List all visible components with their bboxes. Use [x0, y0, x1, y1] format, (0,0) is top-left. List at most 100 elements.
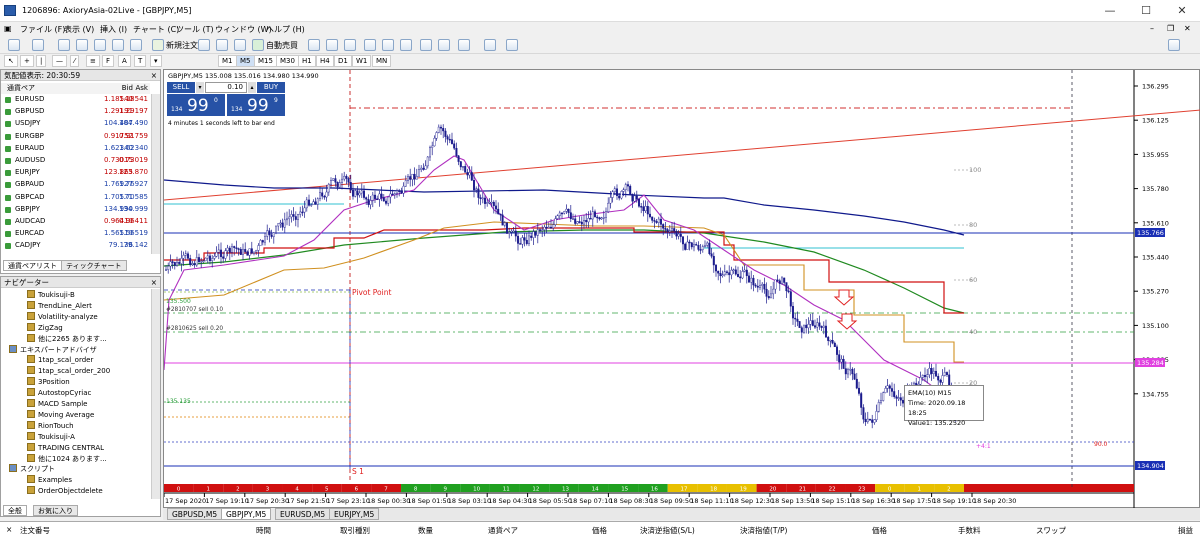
tf-m1[interactable]: M1 [218, 55, 237, 67]
col-time[interactable]: 時間 [256, 525, 271, 536]
auto-trading-button[interactable]: 自動売買 [266, 40, 298, 51]
vline-icon[interactable]: | [36, 55, 47, 67]
arrow-shape-icon[interactable]: ▾ [150, 55, 162, 67]
channel-icon[interactable]: ≡ [86, 55, 100, 67]
tf-m30[interactable]: M30 [276, 55, 299, 67]
navigator-item[interactable]: Toukisuji-A [27, 431, 75, 442]
tab-general[interactable]: 全般 [3, 505, 27, 516]
navigator-item[interactable]: Volatility-analyze [27, 311, 98, 322]
search-icon[interactable] [1168, 39, 1180, 51]
market-watch-icon[interactable] [58, 39, 70, 51]
tab-eurusd[interactable]: EURUSD,M5 [275, 508, 331, 520]
maximize-button[interactable]: ☐ [1128, 2, 1164, 20]
market-watch-row[interactable]: CADJPY 79.136 79.142 [1, 240, 150, 251]
menu-window[interactable]: ウィンドウ (W) [215, 24, 272, 35]
menu-file[interactable]: ファイル (F) [20, 24, 65, 35]
tf-m15[interactable]: M15 [254, 55, 277, 67]
market-watch-row[interactable]: EURAUD 1.62340 1.62340 [1, 143, 150, 154]
navigator-item[interactable]: AutostopCyriac [27, 388, 91, 398]
history-icon[interactable] [234, 39, 246, 51]
tab-tick-chart[interactable]: ティックチャート [61, 260, 127, 271]
navigator-item[interactable]: Examples [27, 475, 72, 485]
navigator-item[interactable]: TRADING CENTRAL [27, 442, 104, 453]
zoom-out-icon[interactable] [382, 39, 394, 51]
market-watch-row[interactable]: EURUSD 1.18540 1.18541 [1, 94, 150, 105]
col-sl[interactable]: 決済逆指値(S/L) [640, 525, 695, 536]
minimize-button[interactable]: — [1092, 2, 1128, 20]
tester-icon[interactable] [130, 39, 142, 51]
signals-icon[interactable] [216, 39, 228, 51]
tf-mn[interactable]: MN [372, 55, 392, 67]
lot-field[interactable]: 0.10 [205, 82, 247, 93]
market-watch-scrollbar[interactable] [151, 94, 160, 254]
navigator-item[interactable]: TrendLine_Alert [27, 300, 92, 311]
col-type[interactable]: 取引種別 [340, 525, 370, 536]
navigator-item[interactable]: 他に1024 あります... [27, 453, 107, 464]
close-button[interactable]: ✕ [1164, 2, 1200, 20]
sell-price-box[interactable]: 134 99 0 [167, 94, 225, 116]
navigator-item[interactable]: Toukisuji-B [27, 290, 75, 300]
zoom-in-icon[interactable] [364, 39, 376, 51]
sell-button[interactable]: SELL [167, 82, 195, 93]
mdi-close-icon[interactable]: ✕ [1184, 24, 1191, 33]
market-watch-row[interactable]: AUDUSD 0.73015 0.73019 [1, 155, 150, 166]
navigator-item[interactable]: Moving Average [27, 409, 94, 420]
tf-w1[interactable]: W1 [352, 55, 372, 67]
tf-h4[interactable]: H4 [316, 55, 334, 67]
line-chart-icon[interactable] [344, 39, 356, 51]
col-tp[interactable]: 決済指値(T/P) [740, 525, 787, 536]
navigator-item[interactable]: エキスパートアドバイザ [9, 344, 97, 355]
menu-help[interactable]: ヘルプ (H) [266, 24, 305, 35]
navigator-item[interactable]: 他に2265 あります... [27, 333, 107, 344]
new-order-icon[interactable] [152, 39, 164, 51]
navigator-item[interactable]: 1tap_scal_order [27, 355, 93, 365]
new-order-button[interactable]: 新規注文 [166, 40, 198, 51]
navigator-item[interactable]: 3Position [27, 377, 70, 387]
menu-tools[interactable]: ツール (T) [176, 24, 214, 35]
tab-gbpjpy[interactable]: GBPJPY,M5 [221, 508, 272, 520]
market-watch-row[interactable]: GBPAUD 1.76927 1.76927 [1, 179, 150, 190]
tab-favorites[interactable]: お気に入り [33, 505, 78, 516]
crosshair-icon[interactable]: + [20, 55, 34, 67]
menu-chart[interactable]: チャート (C) [133, 24, 179, 35]
price-chart[interactable]: 136.295 136.125 135.955 135.780 135.610 135.4… [163, 69, 1200, 509]
tab-eurjpy[interactable]: EURJPY,M5 [329, 508, 380, 520]
col-price[interactable]: 価格 [592, 525, 607, 536]
navigator-item[interactable]: ZigZag [27, 322, 63, 333]
metaeditor-icon[interactable] [198, 39, 210, 51]
market-watch-row[interactable]: AUDCAD 0.96410 0.96411 [1, 216, 150, 227]
text-icon[interactable]: A [118, 55, 131, 67]
navigator-item[interactable]: MACD Sample [27, 399, 87, 409]
profiles-icon[interactable] [32, 39, 44, 51]
new-chart-icon[interactable] [8, 39, 20, 51]
navigator-item[interactable]: スクリプト [9, 464, 55, 474]
close-icon[interactable]: × [151, 70, 157, 81]
chart-shift-icon[interactable] [438, 39, 450, 51]
market-watch-row[interactable]: GBPCAD 1.70571 1.70585 [1, 192, 150, 203]
navigator-item[interactable]: OrderObjectdelete [27, 486, 103, 496]
market-watch-row[interactable]: GBPUSD 1.29191 1.29197 [1, 106, 150, 117]
mdi-restore-icon[interactable]: ❐ [1167, 24, 1174, 33]
tab-gbpusd[interactable]: GBPUSD,M5 [167, 508, 223, 520]
buy-price-box[interactable]: 134 99 9 [227, 94, 285, 116]
market-watch-row[interactable]: USDJPY 104.487 104.490 [1, 118, 150, 129]
col-symbol[interactable]: 通貨ペア [488, 525, 518, 536]
lot-down-icon[interactable]: ▾ [196, 82, 204, 93]
market-watch-row[interactable]: EURCAD 1.56510 1.56519 [1, 228, 150, 239]
col-order[interactable]: 注文番号 [20, 525, 50, 536]
col-current-price[interactable]: 価格 [872, 525, 887, 536]
hline-icon[interactable]: — [52, 55, 67, 67]
col-commission[interactable]: 手数料 [958, 525, 981, 536]
market-watch-row[interactable]: GBPJPY 134.990 134.999 [1, 204, 150, 215]
mdi-minimize-icon[interactable]: – [1150, 24, 1154, 33]
tab-symbols[interactable]: 通貨ペアリスト [3, 260, 62, 271]
candle-chart-icon[interactable] [326, 39, 338, 51]
col-size[interactable]: 数量 [418, 525, 433, 536]
navigator-icon[interactable] [94, 39, 106, 51]
doc-icon[interactable]: ▣ [4, 24, 12, 33]
auto-trading-icon[interactable] [252, 39, 264, 51]
tf-m5[interactable]: M5 [236, 55, 255, 67]
market-watch-row[interactable]: EURGBP 0.91752 0.91759 [1, 131, 150, 142]
navigator-scrollbar[interactable] [151, 289, 160, 499]
navigator-item[interactable]: 1tap_scal_order_200 [27, 366, 110, 376]
